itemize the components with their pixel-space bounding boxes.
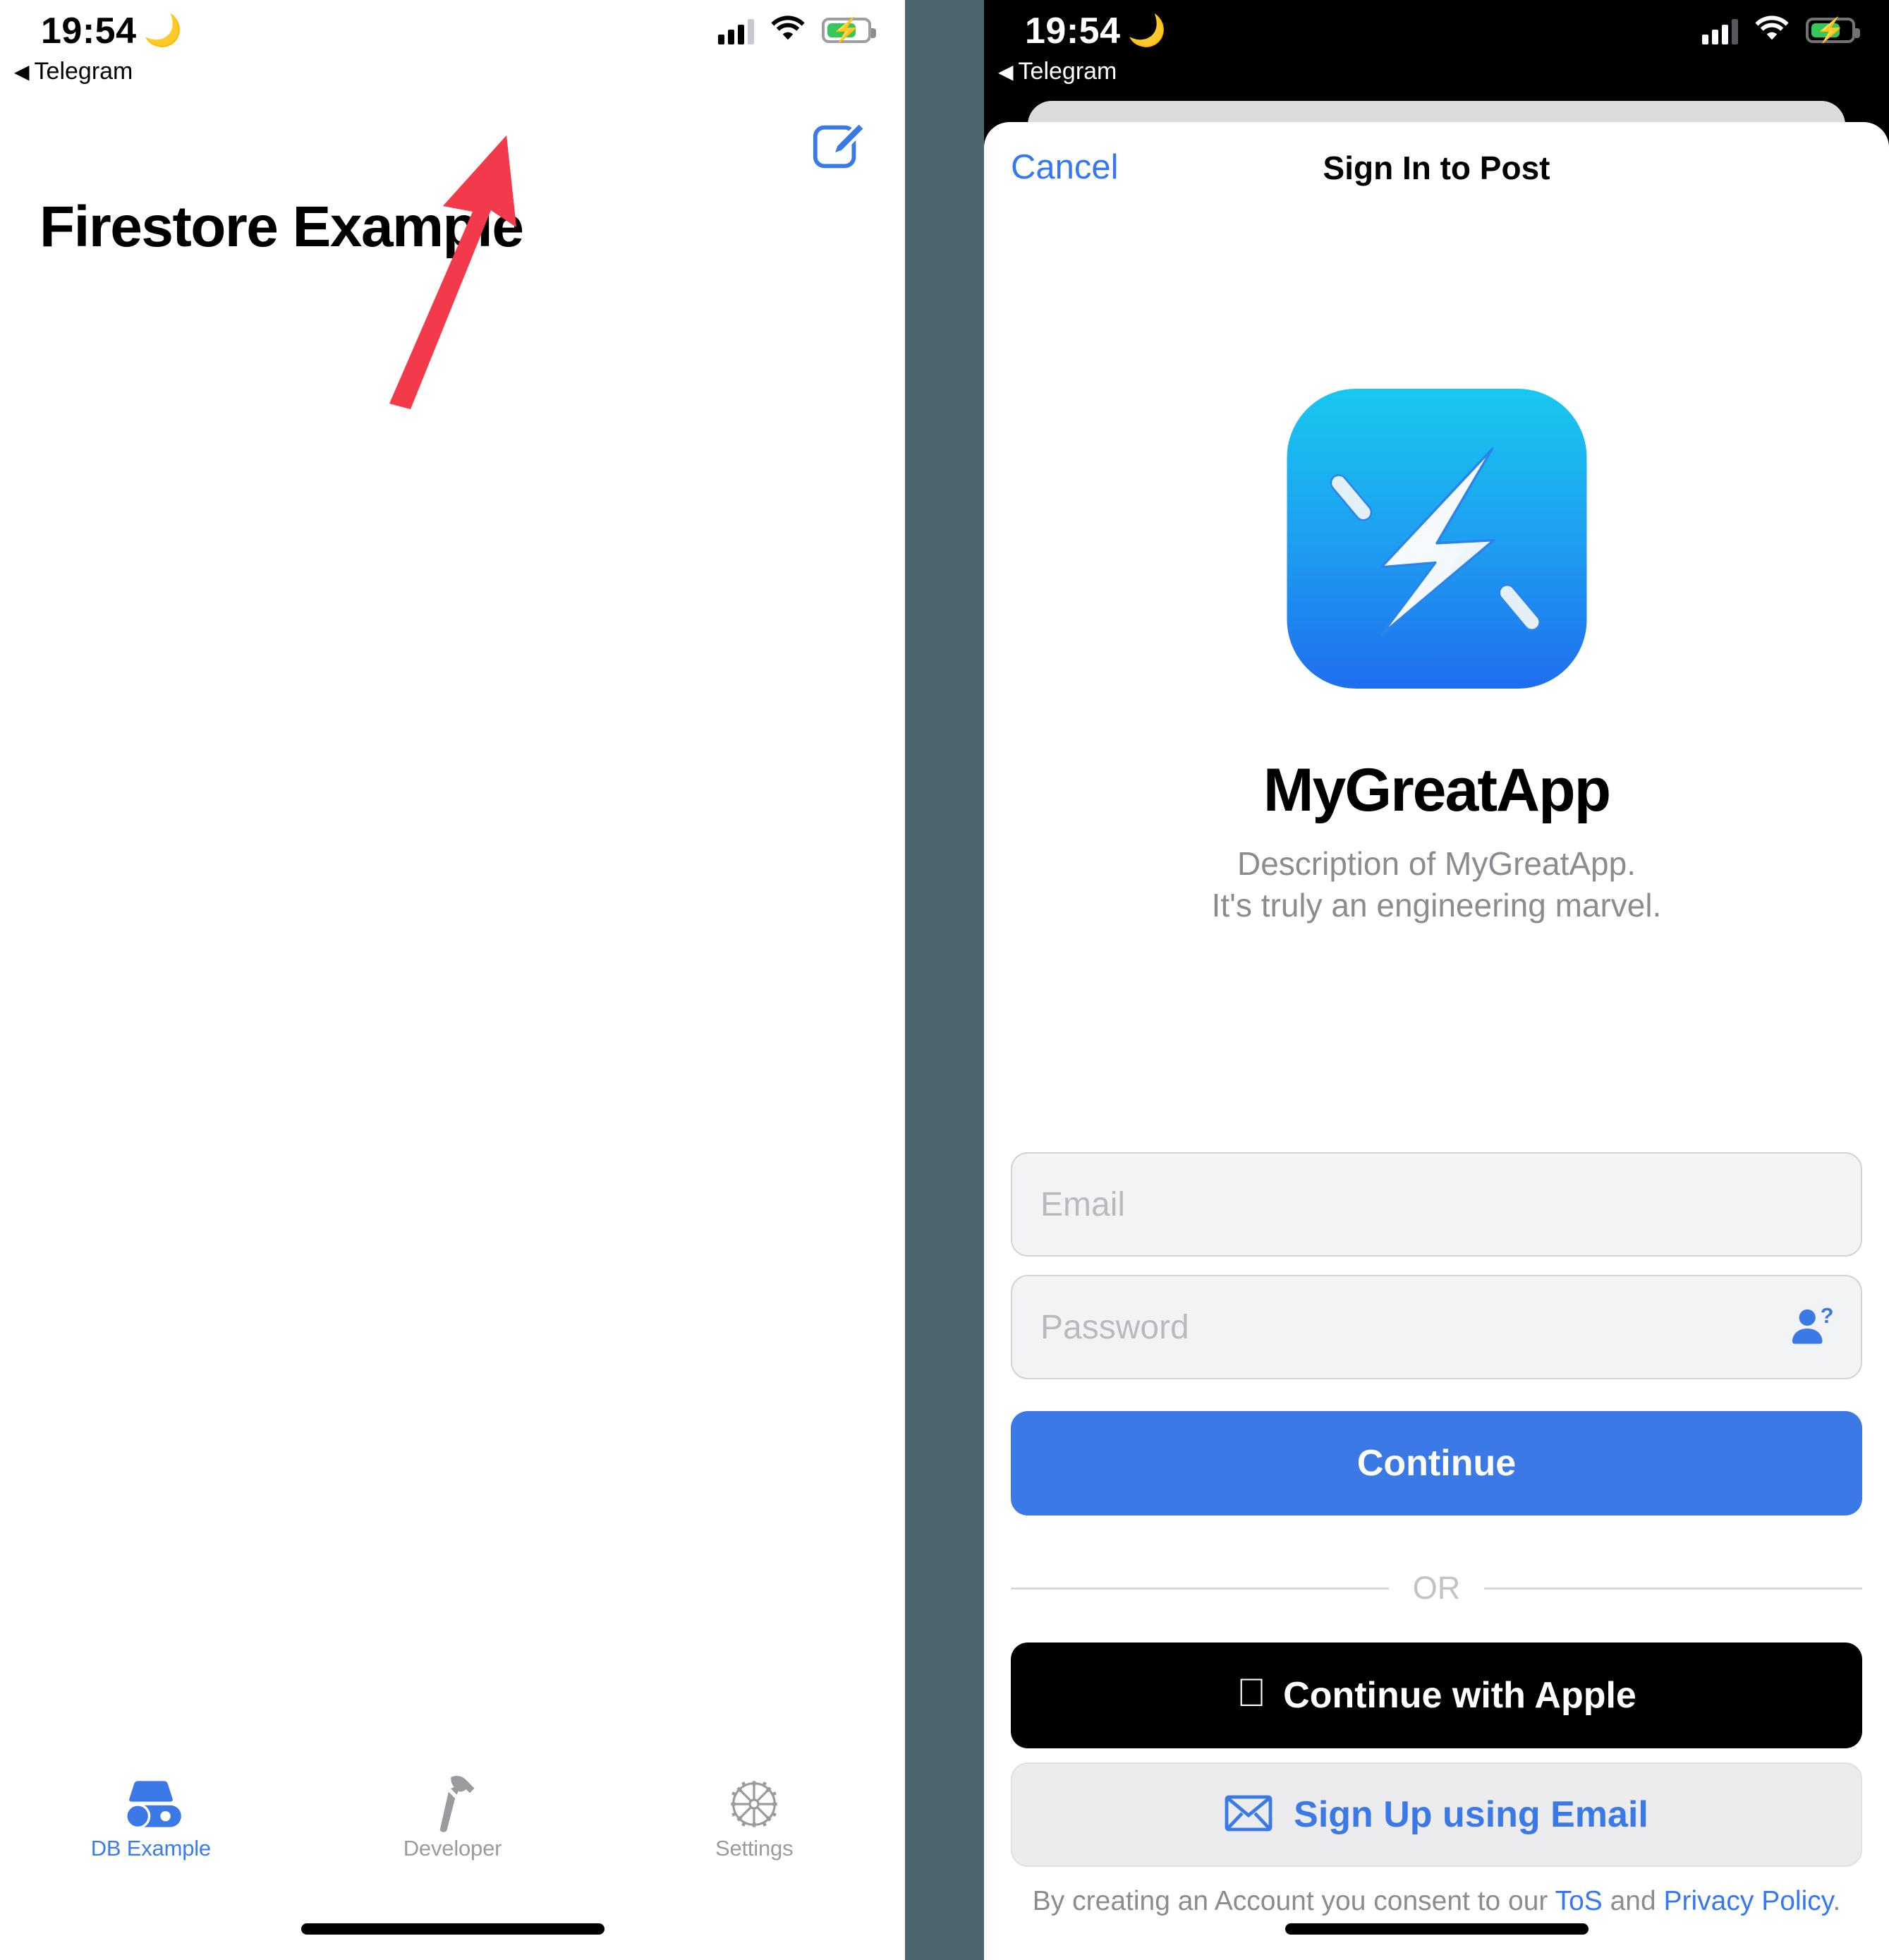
- left-phone-screen: 19:54 🌙 ◀ Telegram ⚡ Firestore Example D…: [0, 0, 905, 1960]
- page-title: Firestore Example: [40, 195, 524, 259]
- status-bar-left: 19:54 🌙 ◀ Telegram ⚡: [0, 0, 905, 106]
- legal-suffix: .: [1833, 1886, 1841, 1916]
- svg-text:?: ?: [1821, 1305, 1834, 1328]
- or-label: OR: [1412, 1570, 1461, 1606]
- legal-consent-text: By creating an Account you consent to ou…: [998, 1886, 1875, 1917]
- sign-in-modal-sheet: Cancel Sign In to Post MyGreatApp Descri…: [984, 122, 1889, 1960]
- divider-line-left: [1011, 1587, 1389, 1590]
- email-button-label: Sign Up using Email: [1294, 1794, 1648, 1835]
- legal-prefix: By creating an Account you consent to ou…: [1032, 1886, 1555, 1916]
- tab-developer[interactable]: Developer: [302, 1762, 604, 1886]
- compose-button[interactable]: [810, 119, 866, 174]
- back-to-app-link-left[interactable]: ◀ Telegram: [14, 58, 133, 85]
- status-indicators-left: ⚡: [718, 14, 876, 46]
- envelope-icon: [1225, 1795, 1273, 1835]
- email-field[interactable]: Email: [1011, 1152, 1862, 1257]
- cellular-signal-icon: [1702, 16, 1738, 44]
- modal-title: Sign In to Post: [1323, 150, 1550, 186]
- cancel-button[interactable]: Cancel: [1011, 147, 1119, 187]
- database-icon: [121, 1775, 181, 1833]
- app-name: MyGreatApp: [1263, 756, 1611, 824]
- lightning-bolt-app-icon: [1287, 389, 1586, 689]
- app-description-line-2: It's truly an engineering marvel.: [1211, 886, 1662, 924]
- gear-icon: [726, 1775, 782, 1833]
- tab-db-example[interactable]: DB Example: [0, 1762, 302, 1886]
- tab-label: Settings: [715, 1836, 794, 1861]
- app-description: Description of MyGreatApp. It's truly an…: [984, 843, 1889, 926]
- screenshot-stage: 19:54 🌙 ◀ Telegram ⚡ Firestore Example D…: [0, 0, 1889, 1960]
- continue-button[interactable]: Continue: [1011, 1411, 1862, 1516]
- app-description-line-1: Description of MyGreatApp.: [1237, 845, 1636, 882]
- email-placeholder: Email: [1040, 1185, 1126, 1223]
- triangle-left-icon: ◀: [998, 60, 1014, 83]
- privacy-policy-link[interactable]: Privacy Policy: [1664, 1886, 1833, 1916]
- tab-settings[interactable]: Settings: [603, 1762, 905, 1886]
- cellular-signal-icon: [718, 16, 754, 44]
- back-app-label: Telegram: [34, 58, 133, 85]
- person-question-icon[interactable]: ?: [1790, 1303, 1834, 1349]
- apple-button-label: Continue with Apple: [1268, 1675, 1636, 1716]
- right-phone-screen: 19:54 🌙 ◀ Telegram ⚡ Cancel Sign In to P…: [984, 0, 1889, 1960]
- home-indicator-left[interactable]: [300, 1923, 605, 1935]
- hammer-icon: [427, 1775, 479, 1833]
- time-text: 19:54: [41, 11, 137, 52]
- triangle-left-icon: ◀: [14, 60, 30, 83]
- status-time-left: 19:54 🌙: [41, 10, 183, 52]
- wifi-icon: [770, 14, 806, 46]
- password-placeholder: Password: [1040, 1308, 1189, 1346]
- wifi-icon: [1754, 14, 1790, 46]
- tab-label: DB Example: [90, 1836, 211, 1861]
- tos-link[interactable]: ToS: [1555, 1886, 1603, 1916]
- home-indicator-right[interactable]: [1284, 1923, 1589, 1935]
- apple-logo-icon: : [1237, 1673, 1266, 1712]
- battery-charging-icon: ⚡: [1806, 17, 1860, 43]
- or-divider: OR: [1011, 1570, 1862, 1607]
- annotation-arrow-compose: [367, 127, 529, 409]
- tab-bar: DB Example Developer Settings: [0, 1762, 905, 1886]
- back-to-app-link-right[interactable]: ◀ Telegram: [998, 58, 1117, 85]
- back-app-label: Telegram: [1018, 58, 1117, 85]
- time-text: 19:54: [1025, 11, 1121, 52]
- status-indicators-right: ⚡: [1702, 14, 1860, 46]
- status-time-right: 19:54 🌙: [1025, 10, 1167, 52]
- battery-charging-icon: ⚡: [822, 17, 876, 43]
- continue-label: Continue: [1356, 1443, 1517, 1484]
- tab-label: Developer: [403, 1836, 502, 1861]
- crescent-moon-icon: 🌙: [143, 13, 183, 48]
- panel-divider: [905, 0, 984, 1960]
- crescent-moon-icon: 🌙: [1127, 13, 1167, 48]
- modal-nav-bar: Cancel Sign In to Post: [984, 122, 1889, 215]
- password-field[interactable]: Password ?: [1011, 1275, 1862, 1379]
- sign-up-using-email-button[interactable]: Sign Up using Email: [1011, 1762, 1862, 1867]
- status-bar-right: 19:54 🌙 ◀ Telegram ⚡: [984, 0, 1889, 106]
- continue-with-apple-button[interactable]:  Continue with Apple: [1011, 1643, 1862, 1748]
- legal-middle: and: [1602, 1886, 1664, 1916]
- divider-line-right: [1484, 1587, 1862, 1590]
